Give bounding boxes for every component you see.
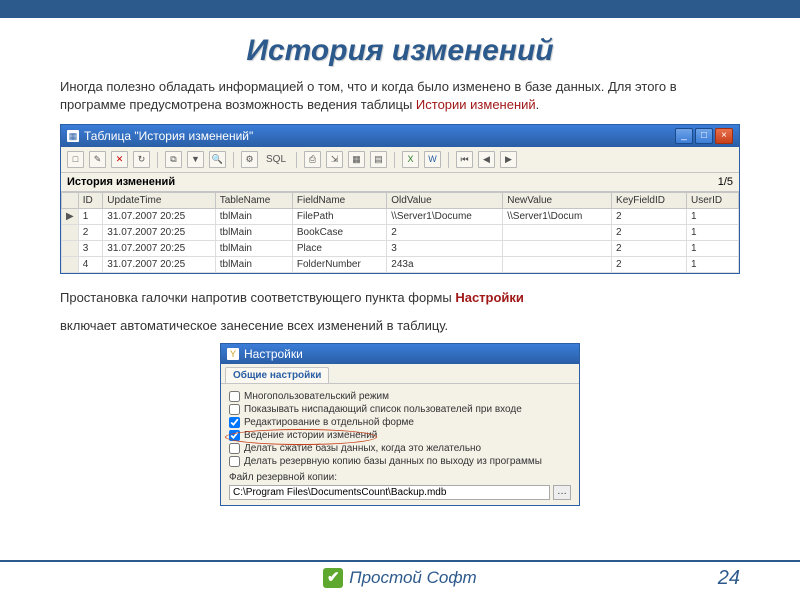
option-label: Делать сжатие базы данных, когда это жел…: [244, 443, 481, 454]
paragraph-3: включает автоматическое занесение всех и…: [60, 316, 740, 336]
para2-text: Простановка галочки напротив соответству…: [60, 290, 455, 305]
intro-highlight: Истории изменений: [416, 97, 536, 112]
check-icon: ✔: [323, 568, 343, 588]
option-label: Редактирование в отдельной форме: [244, 417, 414, 428]
table-row[interactable]: 231.07.2007 20:25tblMainBookCase221: [62, 225, 739, 241]
next-icon[interactable]: ▶: [500, 151, 517, 168]
history-table[interactable]: IDUpdateTimeTableNameFieldNameOldValueNe…: [61, 192, 739, 273]
paragraph-2: Простановка галочки напротив соответству…: [60, 288, 740, 308]
table-row[interactable]: ▶131.07.2007 20:25tblMainFilePath\\Serve…: [62, 209, 739, 225]
first-icon[interactable]: ⏮: [456, 151, 473, 168]
slide-top-bar: [0, 0, 800, 18]
page-number: 24: [718, 567, 740, 590]
filter-icon[interactable]: ▼: [187, 151, 204, 168]
intro-paragraph: Иногда полезно обладать информацией о то…: [60, 78, 740, 114]
table-row[interactable]: 431.07.2007 20:25tblMainFolderNumber243а…: [62, 257, 739, 273]
export-icon[interactable]: ⇲: [326, 151, 343, 168]
col-header[interactable]: UpdateTime: [103, 193, 215, 209]
para2-highlight: Настройки: [455, 290, 524, 305]
brand-name: Простой Софт: [349, 568, 476, 588]
settings-option: Редактирование в отдельной форме: [229, 417, 571, 428]
option-checkbox[interactable]: [229, 391, 240, 402]
excel-icon[interactable]: X: [402, 151, 419, 168]
gear-icon[interactable]: ⚙: [241, 151, 258, 168]
option-checkbox[interactable]: [229, 443, 240, 454]
col-header[interactable]: TableName: [215, 193, 292, 209]
titlebar[interactable]: ▦ Таблица "История изменений" _ □ ×: [61, 125, 739, 147]
settings-title: Настройки: [244, 347, 303, 361]
col-header[interactable]: KeyFieldID: [612, 193, 687, 209]
option-label: Делать резервную копию базы данных по вы…: [244, 456, 542, 467]
option-checkbox[interactable]: [229, 404, 240, 415]
section-title: История изменений: [67, 176, 175, 188]
tab-general[interactable]: Общие настройки: [225, 367, 329, 383]
new-icon[interactable]: □: [67, 151, 84, 168]
settings-option: Ведение истории изменений: [229, 430, 571, 441]
section-header: История изменений 1/5: [61, 173, 739, 192]
slide-footer: ✔ Простой Софт 24: [0, 560, 800, 588]
word-icon[interactable]: W: [424, 151, 441, 168]
settings-options: Многопользовательский режим Показывать ни…: [221, 384, 579, 505]
slide-title: История изменений: [60, 34, 740, 68]
col-header[interactable]: FieldName: [292, 193, 386, 209]
history-window: ▦ Таблица "История изменений" _ □ × □ ✎ …: [60, 124, 740, 274]
copy-icon[interactable]: ⧉: [165, 151, 182, 168]
print-icon[interactable]: ⎙: [304, 151, 321, 168]
refresh-icon[interactable]: ↻: [133, 151, 150, 168]
settings-tabbar: Общие настройки: [221, 364, 579, 384]
form-icon[interactable]: ▦: [348, 151, 365, 168]
settings-option: Делать резервную копию базы данных по вы…: [229, 456, 571, 467]
close-button[interactable]: ×: [715, 128, 733, 144]
chart-icon[interactable]: ▤: [370, 151, 387, 168]
settings-icon: Y: [227, 348, 239, 360]
col-header[interactable]: UserID: [686, 193, 738, 209]
option-label: Многопользовательский режим: [244, 391, 389, 402]
intro-text-a: Иногда полезно обладать информацией о то…: [60, 79, 677, 112]
prev-icon[interactable]: ◀: [478, 151, 495, 168]
settings-option: Показывать ниспадающий список пользовате…: [229, 404, 571, 415]
option-label: Показывать ниспадающий список пользовате…: [244, 404, 522, 415]
slide-content: История изменений Иногда полезно обладат…: [0, 18, 800, 506]
settings-titlebar[interactable]: Y Настройки: [221, 344, 579, 364]
settings-option: Делать сжатие базы данных, когда это жел…: [229, 443, 571, 454]
backup-file-label: Файл резервной копии:: [229, 472, 571, 483]
window-title: Таблица "История изменений": [84, 129, 253, 143]
toolbar: □ ✎ ✕ ↻ ⧉ ▼ 🔍 ⚙ SQL ⎙ ⇲ ▦ ▤ X W ⏮ ◀ ▶: [61, 147, 739, 173]
option-checkbox[interactable]: [229, 456, 240, 467]
search-icon[interactable]: 🔍: [209, 151, 226, 168]
window-icon: ▦: [67, 130, 79, 142]
row-counter: 1/5: [718, 176, 733, 188]
col-header[interactable]: ID: [78, 193, 103, 209]
edit-icon[interactable]: ✎: [89, 151, 106, 168]
option-checkbox[interactable]: [229, 417, 240, 428]
settings-window: Y Настройки Общие настройки Многопользов…: [220, 343, 580, 506]
sql-label[interactable]: SQL: [263, 154, 289, 165]
col-header[interactable]: NewValue: [503, 193, 612, 209]
settings-option: Многопользовательский режим: [229, 391, 571, 402]
maximize-button[interactable]: □: [695, 128, 713, 144]
delete-icon[interactable]: ✕: [111, 151, 128, 168]
browse-button[interactable]: …: [553, 485, 571, 500]
backup-file-input[interactable]: [229, 485, 550, 500]
option-label: Ведение истории изменений: [244, 430, 377, 441]
col-header[interactable]: OldValue: [387, 193, 503, 209]
option-checkbox[interactable]: [229, 430, 240, 441]
intro-text-b: .: [536, 97, 540, 112]
table-row[interactable]: 331.07.2007 20:25tblMainPlace321: [62, 241, 739, 257]
minimize-button[interactable]: _: [675, 128, 693, 144]
brand-logo: ✔ Простой Софт: [323, 568, 476, 588]
